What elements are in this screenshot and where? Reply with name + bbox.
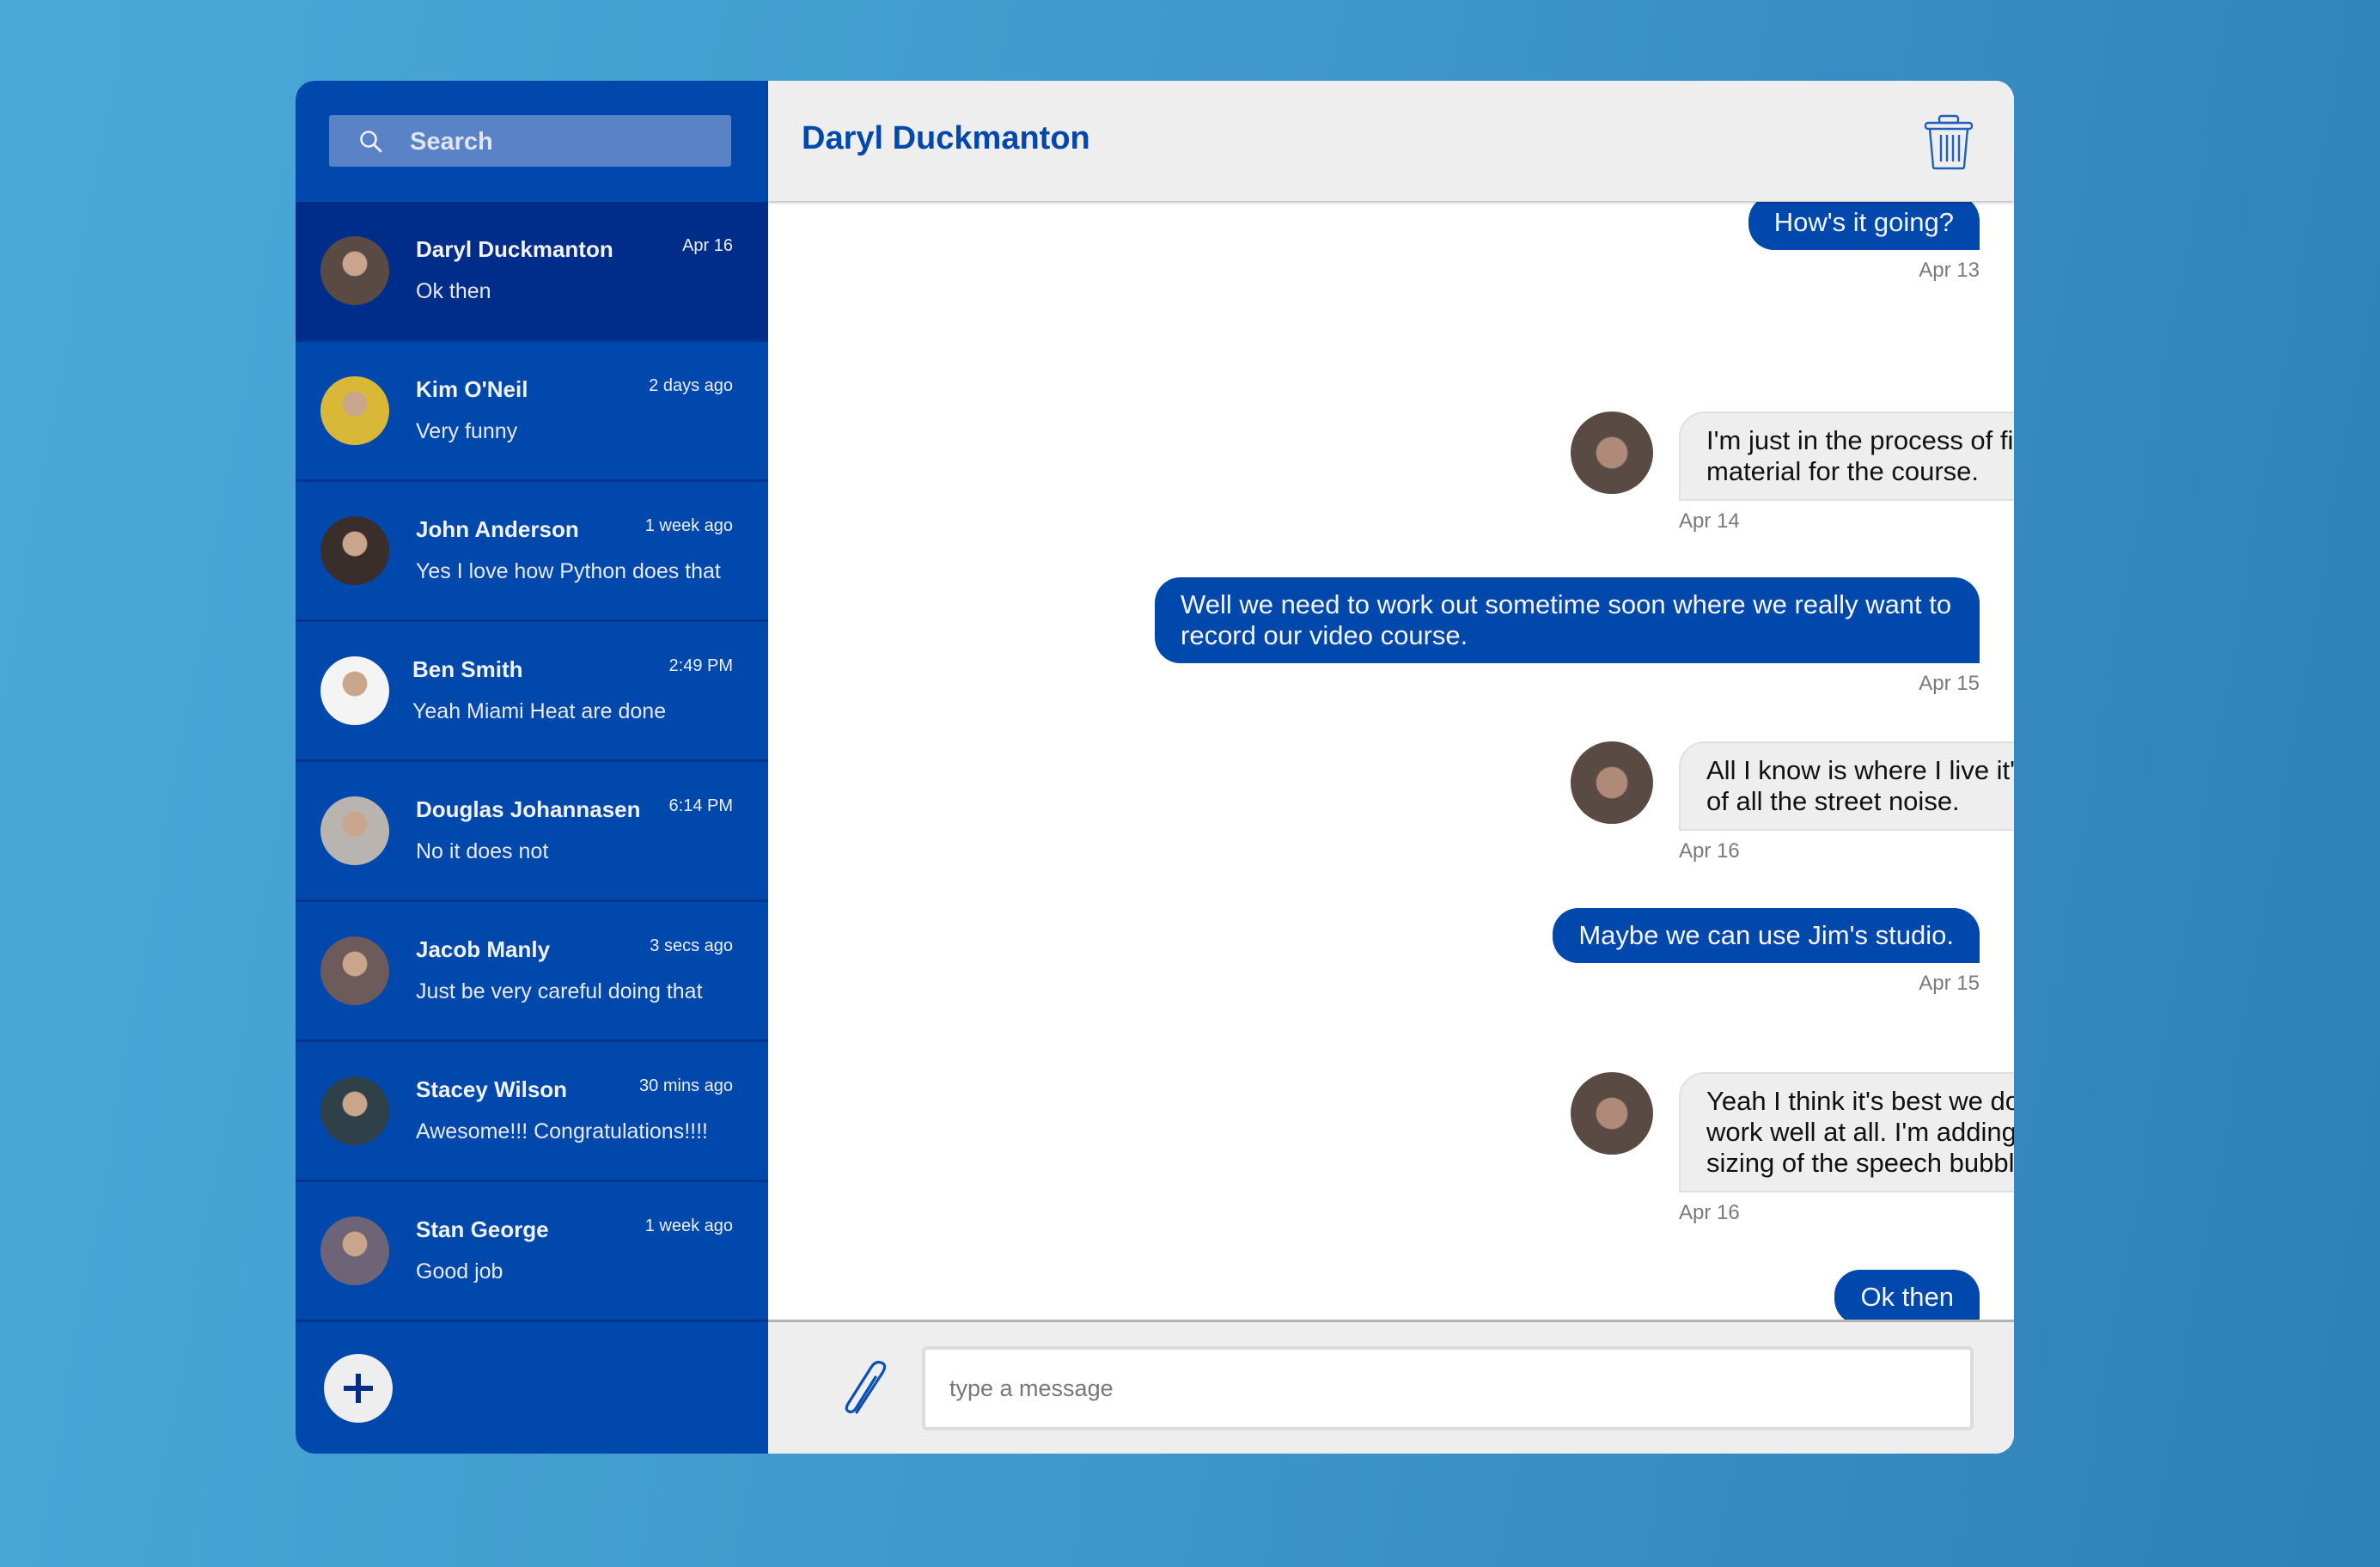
chat-title: Daryl Duckmanton xyxy=(802,120,1090,156)
avatar xyxy=(1571,1072,1653,1155)
chat-panel: Daryl Duckmanton How's it going? Apr 13 … xyxy=(768,81,2014,1454)
compose-bar xyxy=(768,1320,2014,1454)
contact-name: Jacob Manly xyxy=(416,936,551,962)
paperclip-icon xyxy=(845,1361,887,1414)
contact-item[interactable]: John Anderson 1 week ago Yes I love how … xyxy=(296,482,768,622)
avatar xyxy=(1571,412,1653,494)
contact-item[interactable]: Jacob Manly 3 secs ago Just be very care… xyxy=(296,902,768,1042)
attach-button[interactable] xyxy=(838,1361,894,1416)
avatar xyxy=(320,516,389,585)
contact-time: 2:49 PM xyxy=(668,656,733,675)
contact-name: Stacey Wilson xyxy=(416,1076,568,1102)
message-received: I'm just in the process of finishing off… xyxy=(1571,412,2014,534)
message-bubble: Ok then xyxy=(1834,1270,1980,1322)
contact-preview: No it does not xyxy=(416,839,549,863)
avatar xyxy=(320,936,389,1005)
sidebar-header xyxy=(296,81,768,202)
contact-preview: Just be very careful doing that xyxy=(416,979,703,1003)
contact-preview: Good job xyxy=(416,1259,503,1283)
contact-preview: Very funny xyxy=(416,419,518,443)
contact-time: 30 mins ago xyxy=(639,1076,733,1095)
message-sent: How's it going? Apr 13 xyxy=(1748,202,1980,283)
chat-app: Daryl Duckmanton Apr 16 Ok then Kim O'Ne… xyxy=(296,81,2014,1454)
avatar xyxy=(320,376,389,445)
message-time: Apr 16 xyxy=(1679,1201,1740,1224)
contact-name: Kim O'Neil xyxy=(416,376,528,402)
contact-item[interactable]: Stacey Wilson 30 mins ago Awesome!!! Con… xyxy=(296,1042,768,1182)
sidebar-footer xyxy=(296,1322,768,1454)
search-box[interactable] xyxy=(329,115,731,168)
contact-time: 3 secs ago xyxy=(650,936,733,955)
contact-preview: Ok then xyxy=(416,279,491,303)
message-bubble: Maybe we can use Jim's studio. xyxy=(1553,908,1980,963)
delete-conversation-button[interactable] xyxy=(1923,113,1974,170)
contact-item[interactable]: Stan George 1 week ago Good job xyxy=(296,1182,768,1322)
contact-item[interactable]: Daryl Duckmanton Apr 16 Ok then xyxy=(296,202,768,342)
message-bubble: Yeah I think it's best we do that. Other… xyxy=(1679,1072,2014,1192)
message-bubble: All I know is where I live it's too hard… xyxy=(1679,741,2014,831)
sidebar: Daryl Duckmanton Apr 16 Ok then Kim O'Ne… xyxy=(296,81,768,1454)
message-sent: Maybe we can use Jim's studio. Apr 15 xyxy=(1553,908,1980,996)
contact-preview: Yes I love how Python does that xyxy=(416,559,721,583)
new-conversation-button[interactable] xyxy=(324,1354,393,1423)
contact-item[interactable]: Douglas Johannasen 6:14 PM No it does no… xyxy=(296,762,768,902)
message-time: Apr 16 xyxy=(1679,839,1740,863)
message-time: Apr 13 xyxy=(1919,259,1980,282)
contact-name: Ben Smith xyxy=(412,656,523,682)
avatar xyxy=(1571,741,1653,824)
contact-time: 6:14 PM xyxy=(668,796,733,815)
contact-name: Stan George xyxy=(416,1216,549,1242)
search-input[interactable] xyxy=(408,115,721,168)
message-received: All I know is where I live it's too hard… xyxy=(1571,741,2014,863)
message-received: Yeah I think it's best we do that. Other… xyxy=(1571,1072,2014,1225)
message-input[interactable] xyxy=(922,1346,1974,1430)
message-sent: Well we need to work out sometime soon w… xyxy=(1155,577,1980,696)
contact-name: John Anderson xyxy=(416,516,579,542)
avatar xyxy=(320,796,389,865)
contact-list: Daryl Duckmanton Apr 16 Ok then Kim O'Ne… xyxy=(296,202,768,1322)
contact-time: 1 week ago xyxy=(644,1216,733,1235)
contact-time: Apr 16 xyxy=(682,236,733,255)
contact-name: Daryl Duckmanton xyxy=(416,236,613,262)
avatar xyxy=(320,236,389,305)
message-bubble: Well we need to work out sometime soon w… xyxy=(1155,577,1980,663)
message-list: How's it going? Apr 13 I'm just in the p… xyxy=(768,202,2014,1322)
message-time: Apr 15 xyxy=(1919,972,1980,995)
contact-time: 1 week ago xyxy=(644,516,733,535)
chat-header: Daryl Duckmanton xyxy=(768,81,2014,201)
trash-icon xyxy=(1924,114,1974,170)
message-time: Apr 15 xyxy=(1919,672,1980,695)
contact-preview: Yeah Miami Heat are done xyxy=(412,699,667,723)
contact-preview: Awesome!!! Congratulations!!!! xyxy=(416,1119,708,1143)
message-time: Apr 14 xyxy=(1679,509,1740,533)
message-bubble: How's it going? xyxy=(1748,202,1980,250)
plus-icon xyxy=(344,1374,373,1403)
search-icon xyxy=(360,131,382,153)
contact-item[interactable]: Kim O'Neil 2 days ago Very funny xyxy=(296,342,768,482)
avatar xyxy=(320,1076,389,1145)
avatar xyxy=(320,1216,389,1285)
message-bubble: I'm just in the process of finishing off… xyxy=(1679,412,2014,501)
message-sent: Ok then Apr 16 xyxy=(1834,1270,1980,1322)
avatar xyxy=(320,656,389,725)
contact-item[interactable]: Ben Smith 2:49 PM Yeah Miami Heat are do… xyxy=(296,622,768,762)
contact-time: 2 days ago xyxy=(649,376,733,395)
contact-name: Douglas Johannasen xyxy=(416,796,641,822)
